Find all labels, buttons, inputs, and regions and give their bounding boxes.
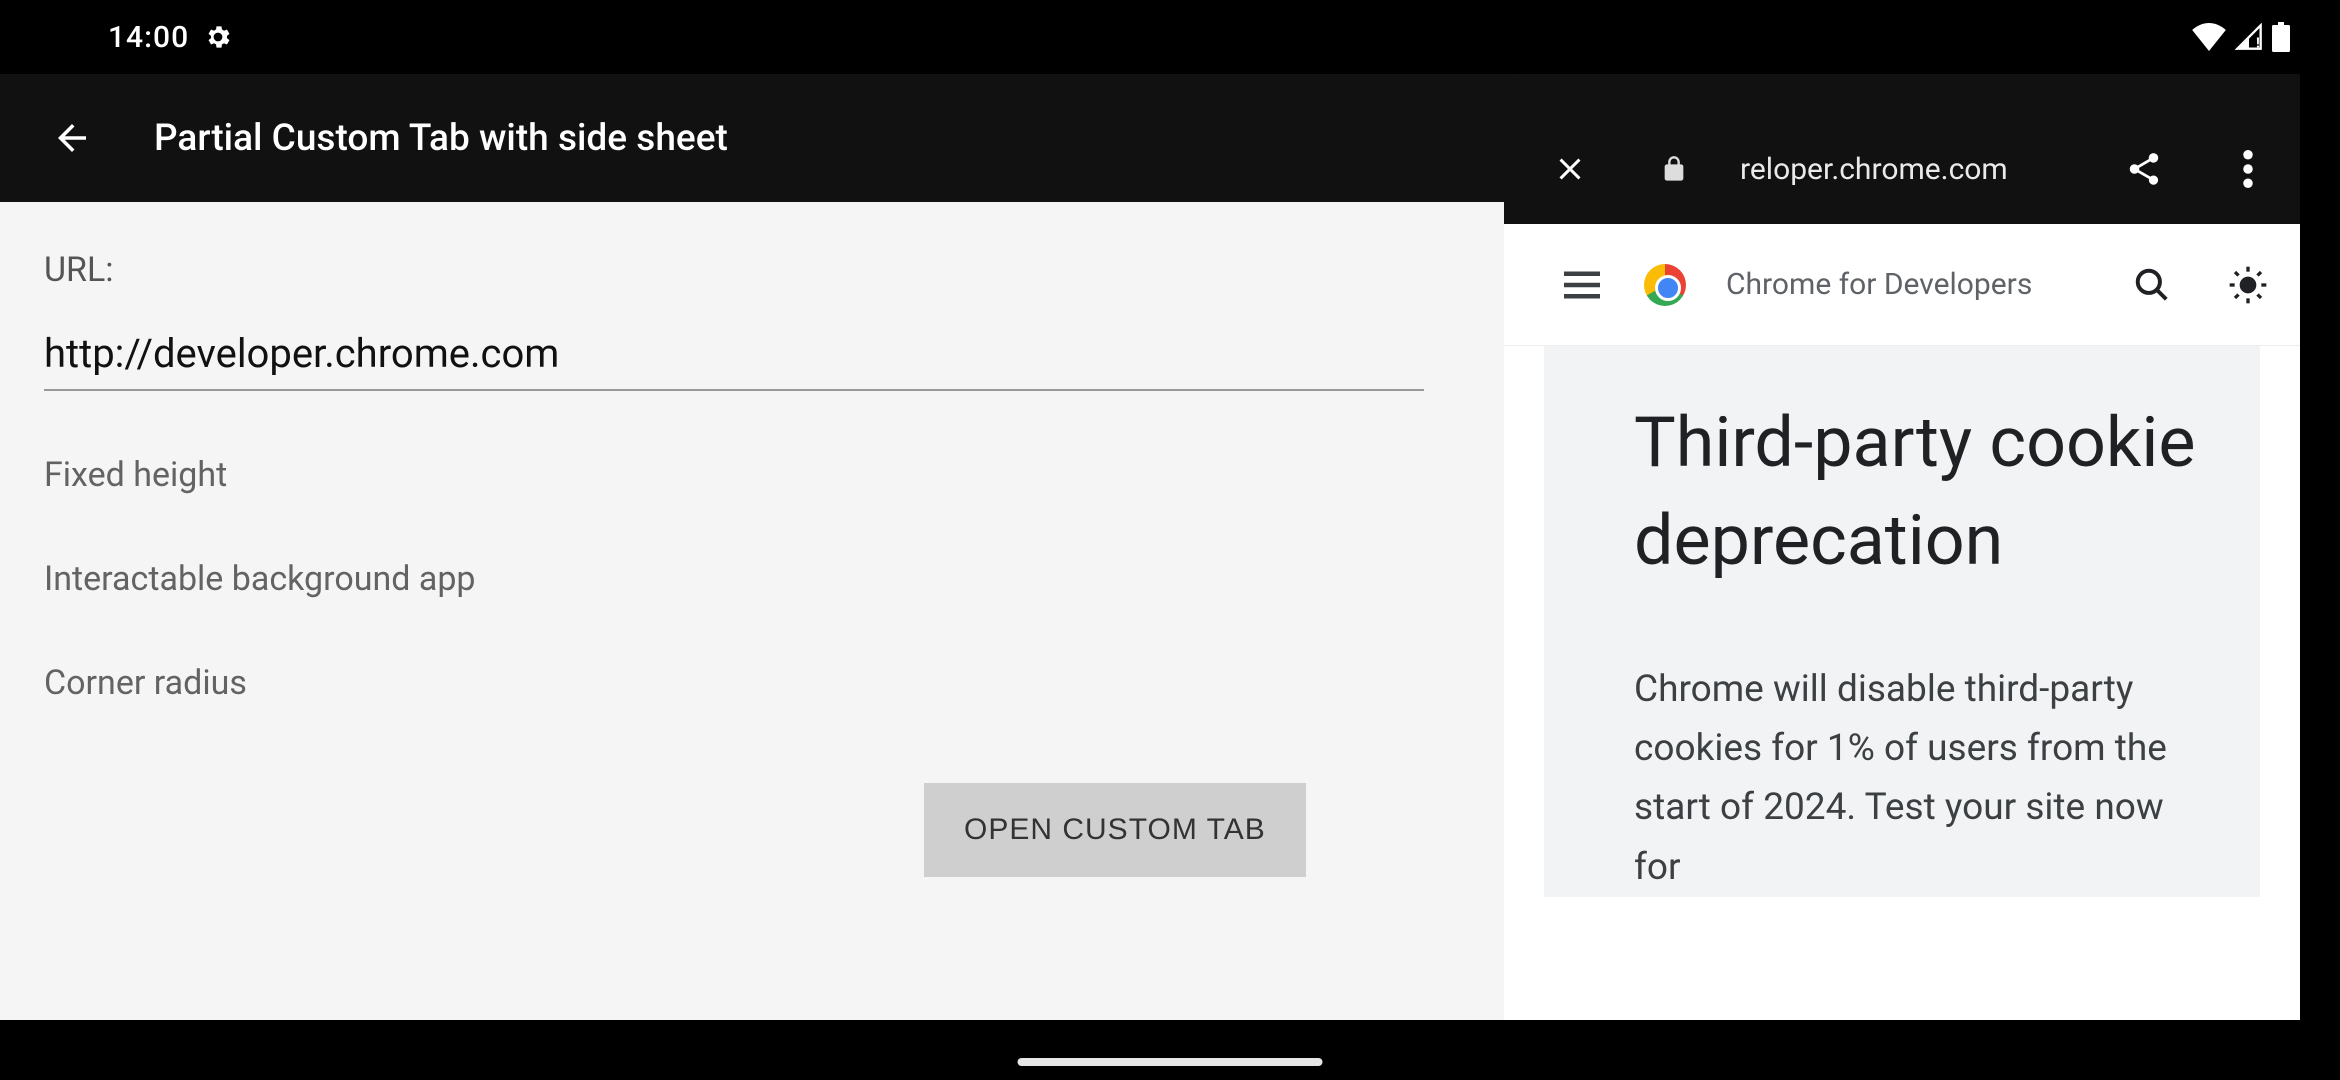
custom-tab-toolbar: reloper.chrome.com	[1504, 74, 2300, 224]
article-title: Third-party cookie deprecation	[1634, 394, 2200, 590]
hamburger-icon[interactable]	[1560, 263, 1604, 307]
battery-icon	[2272, 22, 2290, 52]
chrome-logo-icon	[1644, 264, 1686, 306]
wifi-icon	[2192, 23, 2226, 51]
article-card: Third-party cookie deprecation Chrome wi…	[1544, 346, 2260, 897]
article-body: Chrome will disable third-party cookies …	[1634, 660, 2200, 897]
signal-icon: !	[2234, 23, 2264, 51]
back-button[interactable]	[48, 114, 96, 162]
search-icon[interactable]	[2130, 263, 2174, 307]
theme-icon[interactable]	[2226, 263, 2270, 307]
page-title: Partial Custom Tab with side sheet	[154, 117, 728, 160]
site-title[interactable]: Chrome for Developers	[1726, 267, 2090, 302]
site-header: Chrome for Developers	[1504, 224, 2300, 346]
fixed-height-label: Fixed height	[44, 455, 227, 495]
share-icon[interactable]	[2122, 147, 2166, 191]
custom-tab-side-sheet: reloper.chrome.com Chrome for Developers	[1504, 74, 2300, 1020]
lock-icon	[1652, 147, 1696, 191]
custom-tab-page: Chrome for Developers Third-party cookie…	[1504, 224, 2300, 1020]
corner-radius-label: Corner radius	[44, 663, 247, 703]
more-icon[interactable]	[2226, 147, 2270, 191]
clock: 14:00	[108, 20, 189, 55]
navigation-pill[interactable]	[1018, 1058, 1323, 1066]
interactable-bg-label: Interactable background app	[44, 559, 476, 599]
custom-tab-url[interactable]: reloper.chrome.com	[1740, 152, 2062, 187]
svg-text:!: !	[2256, 36, 2260, 52]
screen-edge	[2300, 0, 2340, 1080]
gear-icon	[203, 22, 233, 52]
open-custom-tab-button[interactable]: OPEN CUSTOM TAB	[924, 783, 1306, 877]
url-input[interactable]: http://developer.chrome.com	[44, 330, 1424, 391]
status-bar: 14:00 !	[0, 0, 2340, 74]
close-icon[interactable]	[1548, 147, 1592, 191]
